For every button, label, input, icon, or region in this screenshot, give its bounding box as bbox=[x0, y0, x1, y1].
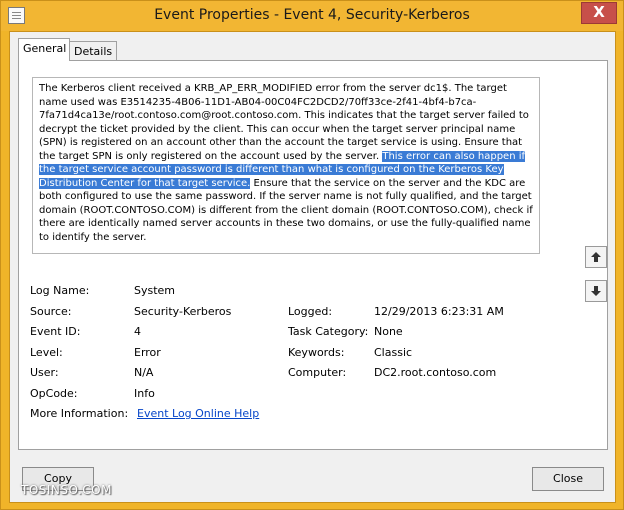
level-value: Error bbox=[134, 346, 161, 359]
more-information-label: More Information: bbox=[30, 407, 129, 420]
user-label: User: bbox=[30, 366, 59, 379]
title-bar[interactable]: Event Properties - Event 4, Security-Ker… bbox=[1, 1, 623, 31]
event-description-textbox[interactable]: The Kerberos client received a KRB_AP_ER… bbox=[32, 77, 540, 254]
level-label: Level: bbox=[30, 346, 63, 359]
opcode-label: OpCode: bbox=[30, 387, 78, 400]
close-button[interactable]: Close bbox=[532, 467, 604, 491]
event-id-value: 4 bbox=[134, 325, 141, 338]
arrow-down-icon bbox=[591, 286, 601, 296]
window-close-button[interactable]: X bbox=[581, 2, 617, 24]
logged-label: Logged: bbox=[288, 305, 333, 318]
event-id-label: Event ID: bbox=[30, 325, 81, 338]
tab-general[interactable]: General bbox=[18, 38, 70, 61]
arrow-up-icon bbox=[591, 252, 601, 262]
computer-value: DC2.root.contoso.com bbox=[374, 366, 497, 379]
general-tab-panel: The Kerberos client received a KRB_AP_ER… bbox=[18, 60, 608, 450]
next-event-button[interactable] bbox=[585, 280, 607, 302]
opcode-value: Info bbox=[134, 387, 155, 400]
window-title: Event Properties - Event 4, Security-Ker… bbox=[154, 7, 470, 23]
log-name-value: System bbox=[134, 284, 176, 297]
user-value: N/A bbox=[134, 366, 154, 379]
keywords-label: Keywords: bbox=[288, 346, 345, 359]
watermark-text: TOSINSO.COM bbox=[21, 483, 112, 497]
keywords-value: Classic bbox=[374, 346, 413, 359]
dialog-body: General Details The Kerberos client rece… bbox=[9, 31, 616, 503]
description-text: The Kerberos client received a KRB_AP_ER… bbox=[39, 83, 529, 162]
tab-details[interactable]: Details bbox=[69, 41, 117, 62]
source-value: Security-Kerberos bbox=[134, 305, 232, 318]
source-label: Source: bbox=[30, 305, 72, 318]
previous-event-button[interactable] bbox=[585, 246, 607, 268]
event-log-online-help-link[interactable]: Event Log Online Help bbox=[137, 407, 259, 420]
log-name-label: Log Name: bbox=[30, 284, 90, 297]
computer-label: Computer: bbox=[288, 366, 347, 379]
task-category-value: None bbox=[374, 325, 403, 338]
event-properties-window: Event Properties - Event 4, Security-Ker… bbox=[0, 0, 624, 510]
task-category-label: Task Category: bbox=[288, 325, 369, 338]
logged-value: 12/29/2013 6:23:31 AM bbox=[374, 305, 504, 318]
